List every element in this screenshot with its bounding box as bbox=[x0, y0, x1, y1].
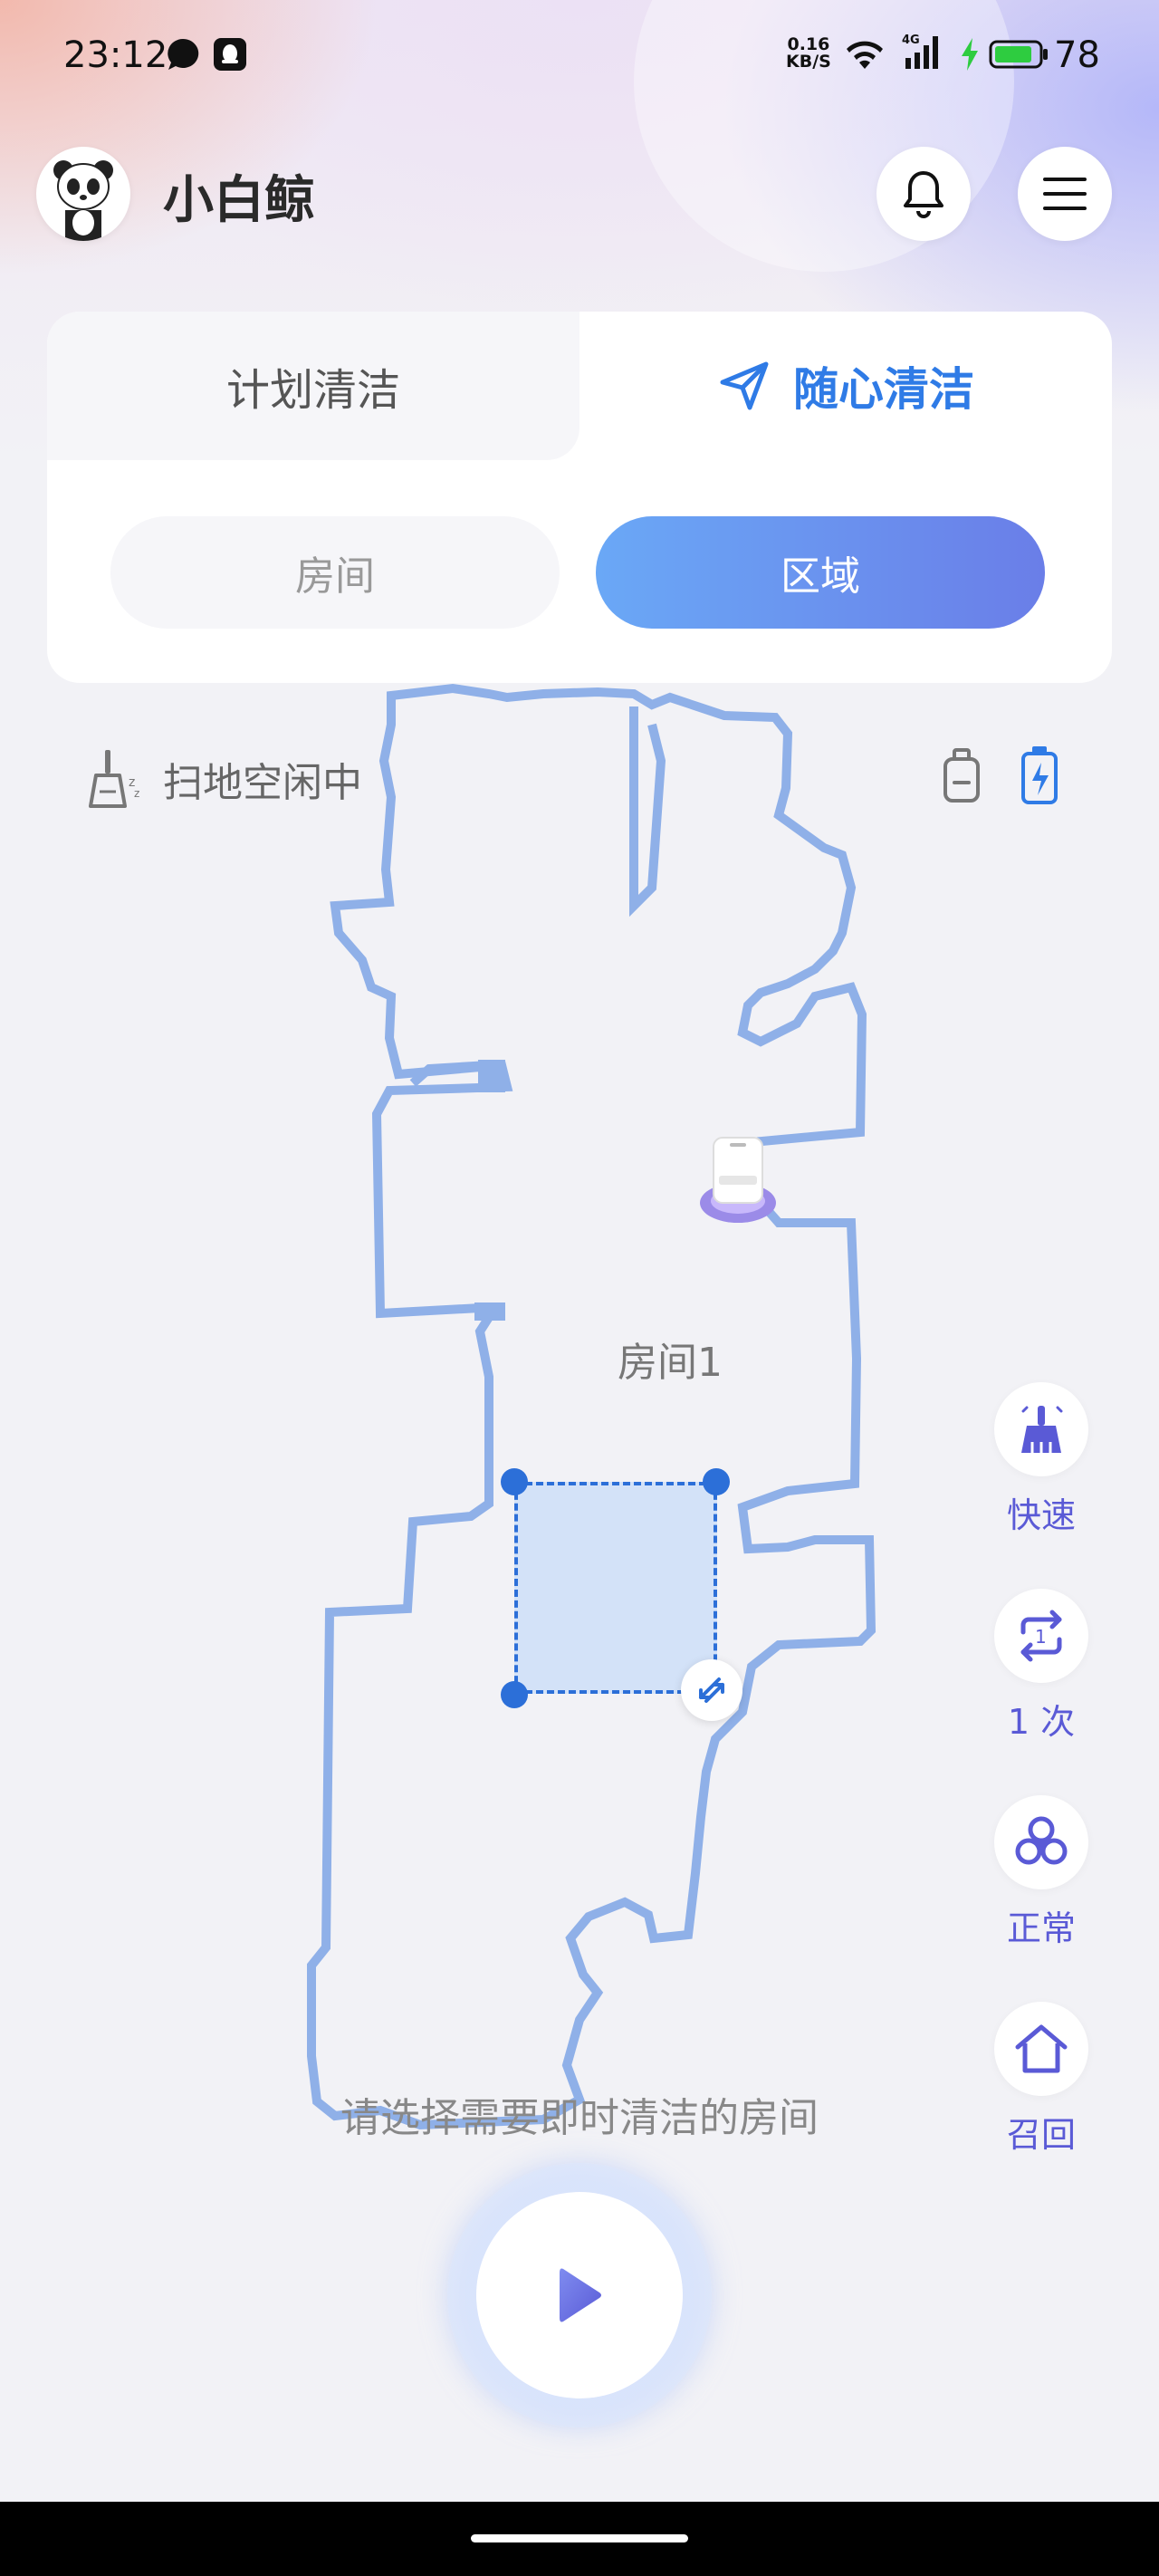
signal-icon: 4G bbox=[902, 31, 943, 76]
segment-zone-label: 区域 bbox=[781, 553, 860, 600]
tab-instant-clean[interactable]: 随心清洁 bbox=[580, 312, 1112, 460]
notification-button[interactable] bbox=[876, 147, 971, 241]
robot-status-text: 扫地空闲中 bbox=[163, 760, 362, 806]
segment-zone[interactable]: 区域 bbox=[596, 516, 1045, 629]
charging-dock bbox=[699, 1132, 777, 1235]
play-icon bbox=[560, 2268, 601, 2322]
broom-icon bbox=[1021, 1406, 1063, 1453]
charging-icon bbox=[960, 38, 980, 74]
clean-count-button[interactable]: 1 bbox=[994, 1589, 1088, 1683]
panda-icon bbox=[53, 160, 113, 241]
tab-scheduled-clean-label: 计划清洁 bbox=[225, 365, 400, 416]
battery-icon bbox=[989, 40, 1049, 72]
speed-unit: KB/S bbox=[786, 52, 831, 72]
fan-power-label: 正常 bbox=[1006, 1908, 1076, 1948]
fan-power-control[interactable]: 正常 bbox=[994, 1795, 1088, 1950]
fan-icon bbox=[1015, 1816, 1068, 1865]
suction-speed-button[interactable] bbox=[994, 1382, 1088, 1476]
svg-text:4G: 4G bbox=[902, 34, 920, 47]
zone-resize-button[interactable] bbox=[681, 1659, 742, 1721]
tab-instant-clean-label: 随心清洁 bbox=[793, 363, 974, 416]
start-clean-button[interactable] bbox=[476, 2192, 683, 2398]
network-speed: 0.16 KB/S bbox=[786, 36, 831, 71]
suction-speed-label: 快速 bbox=[1006, 1495, 1076, 1535]
map-wall-block bbox=[474, 1302, 505, 1321]
menu-icon bbox=[1043, 178, 1087, 210]
map-wall-outline bbox=[307, 683, 876, 2130]
suction-speed-control[interactable]: 快速 bbox=[994, 1382, 1088, 1537]
wifi-icon bbox=[844, 38, 886, 74]
segment-room[interactable]: 房间 bbox=[110, 516, 560, 629]
status-bar: 23:12 0.16 KB/S 4G 78 bbox=[0, 0, 1159, 112]
app-title: 小白鲸 bbox=[163, 171, 315, 230]
broom-sleep-icon: z z bbox=[89, 750, 139, 808]
water-tank-indicator bbox=[936, 746, 987, 808]
chat-icon bbox=[165, 36, 201, 76]
clean-count-label: 1 次 bbox=[1007, 1702, 1076, 1742]
battery-level: 78 bbox=[1054, 34, 1100, 76]
zone-handle-bottom-left[interactable] bbox=[501, 1681, 528, 1708]
battery-charging-icon bbox=[1021, 746, 1058, 804]
repeat-once-icon: 1 bbox=[1020, 1610, 1062, 1662]
clean-mode-card: 计划清洁 随心清洁 房间 区域 bbox=[47, 312, 1112, 683]
map-wall-block bbox=[478, 1060, 505, 1092]
home-indicator[interactable] bbox=[471, 2534, 688, 2542]
battery-indicator bbox=[1014, 745, 1065, 810]
zone-handle-top-left[interactable] bbox=[501, 1468, 528, 1495]
tab-scheduled-clean[interactable]: 计划清洁 bbox=[47, 312, 580, 460]
dock-icon bbox=[700, 1137, 776, 1223]
room-label[interactable]: 房间1 bbox=[618, 1330, 723, 1388]
segment-room-label: 房间 bbox=[295, 553, 375, 600]
svg-text:1: 1 bbox=[1035, 1626, 1047, 1648]
recall-button[interactable] bbox=[994, 2002, 1088, 2096]
bell-icon bbox=[904, 171, 943, 218]
clean-count-control[interactable]: 1 1 次 bbox=[994, 1589, 1088, 1744]
qq-icon bbox=[212, 36, 248, 76]
zone-selection[interactable] bbox=[514, 1482, 717, 1694]
menu-button[interactable] bbox=[1018, 147, 1112, 241]
hint-text: 请选择需要即时清洁的房间 bbox=[340, 2095, 819, 2141]
fan-power-button[interactable] bbox=[994, 1795, 1088, 1889]
avatar[interactable] bbox=[36, 147, 130, 241]
svg-text:z: z bbox=[134, 787, 139, 800]
map-wall-inner bbox=[409, 1061, 490, 1087]
status-time: 23:12 bbox=[63, 34, 168, 76]
robot-status-row: z z 扫地空闲中 bbox=[85, 743, 362, 815]
home-icon bbox=[1015, 2024, 1068, 2073]
zone-handle-top-right[interactable] bbox=[703, 1468, 730, 1495]
resize-icon bbox=[699, 1677, 724, 1703]
send-icon bbox=[720, 361, 769, 410]
water-tank-icon bbox=[943, 748, 980, 803]
map-wall-inner bbox=[629, 706, 666, 918]
